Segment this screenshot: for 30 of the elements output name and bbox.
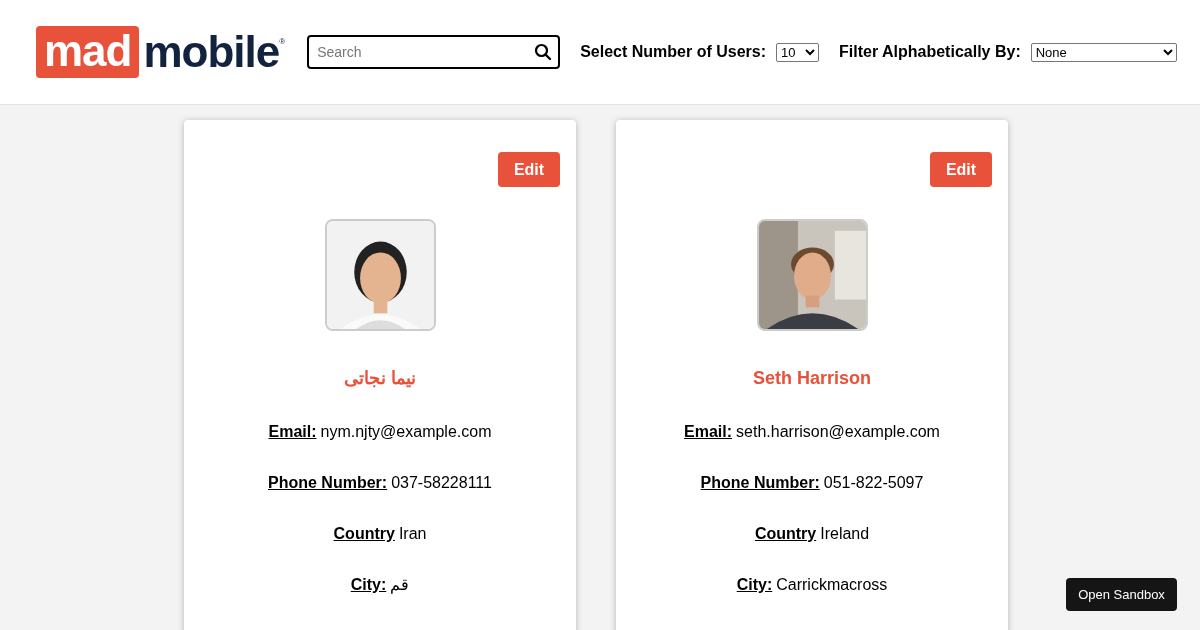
search-icon (534, 43, 553, 61)
user-name: Seth Harrison (753, 367, 871, 389)
search-field[interactable]: Search (307, 35, 561, 69)
field-label: City: (350, 575, 387, 595)
edit-button[interactable]: Edit (930, 152, 992, 187)
field-value: nym.njty@example.com (320, 422, 492, 442)
open-sandbox-button[interactable]: Open Sandbox (1066, 578, 1177, 611)
field-value: Carrickmacross (776, 575, 888, 595)
logo-mobile: mobile (143, 27, 280, 77)
registered-mark: ® (279, 37, 286, 46)
edit-button[interactable]: Edit (498, 152, 560, 187)
field-label: Phone Number: (268, 473, 388, 493)
logo-mad: mad (36, 26, 140, 78)
field-value: قم (390, 575, 410, 595)
field-value: Ireland (820, 524, 870, 544)
field-label: Country (333, 524, 395, 544)
field-value: seth.harrison@example.com (736, 422, 940, 442)
field-label: Country (754, 524, 817, 544)
filter-label: Filter Alphabetically By: (839, 42, 1021, 62)
user-name: نیما نجاتی (344, 367, 416, 389)
filter-select[interactable]: None (1030, 42, 1177, 62)
field-label: Phone Number: (700, 473, 820, 493)
field-value: Iran (398, 524, 427, 544)
field-label: Email: (684, 422, 733, 442)
field-label: City: (736, 575, 773, 595)
user-count-label: Select Number of Users: (580, 42, 767, 62)
user-count-select[interactable]: 10 (776, 42, 820, 62)
field-label: Email: (268, 422, 317, 442)
field-value: 051-822-5097 (823, 473, 924, 493)
field-value: 037-58228111 (391, 473, 492, 493)
